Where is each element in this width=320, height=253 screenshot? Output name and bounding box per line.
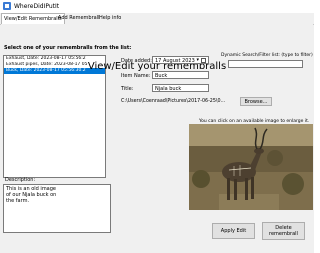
title-input[interactable]: Njala buck (152, 84, 209, 92)
calendar-icon[interactable] (201, 58, 206, 63)
description-textarea[interactable]: This is an old image of our Njala buck o… (3, 184, 111, 233)
description-label: Description: (5, 177, 36, 183)
tab-add-remembrall[interactable]: Add Remembrall (56, 14, 101, 23)
browse-button[interactable]: Browse... (240, 97, 272, 106)
chevron-down-icon[interactable]: ▾ (196, 57, 199, 64)
date-value: 17 August 2023 (155, 58, 195, 64)
title-bar: WhereDidIPutIt (0, 0, 314, 13)
date-picker[interactable]: 17 August 2023 ▾ (152, 56, 209, 64)
delete-remembrall-button[interactable]: Delete remembrall (262, 222, 305, 240)
item-name-input[interactable]: Buck (152, 71, 209, 79)
file-path: C:\Users\Coenraad\Pictures\2017-06-25\0.… (121, 99, 226, 104)
apply-edit-button[interactable]: Apply Edit (212, 223, 255, 239)
date-label: Date added: (121, 58, 152, 64)
list-prompt: Select one of your remembralls from the … (4, 45, 132, 51)
app-window: WhereDidIPutIt View/Edit Remembralls Add… (0, 0, 314, 253)
remembrall-list[interactable]: Exhaust, Date: 2023-08-17 05:56:2 Exhaus… (3, 55, 106, 178)
tab-help-info[interactable]: Help info (97, 14, 123, 23)
title-label: Title: (121, 86, 134, 92)
buck-photo (189, 124, 313, 210)
item-name-label: Item Name: (121, 73, 151, 79)
search-input[interactable] (228, 60, 303, 68)
app-icon (3, 2, 11, 10)
remembrall-image[interactable] (189, 124, 313, 210)
search-label: Dynamic Search/Filter list: (type to fil… (221, 53, 313, 58)
window-title: WhereDidIPutIt (14, 3, 60, 10)
